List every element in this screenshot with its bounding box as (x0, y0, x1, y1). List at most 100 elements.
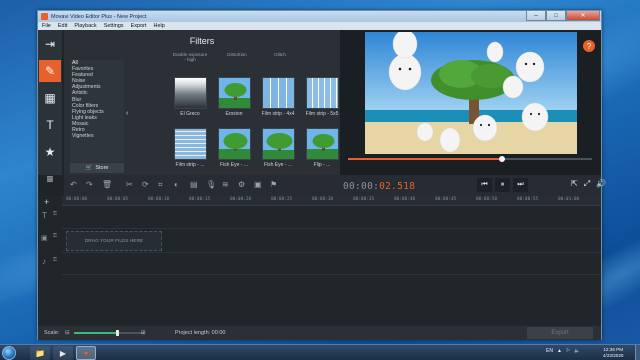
scroll-left-icon[interactable]: ‹ (126, 110, 128, 117)
preview-player: ? (340, 30, 601, 175)
filter-label: Double exposure - high (172, 52, 208, 62)
menu-settings[interactable]: Settings (104, 23, 124, 29)
filter-thumb-el-greco[interactable] (174, 77, 207, 109)
zoom-in-icon[interactable]: ⊞ (141, 330, 146, 336)
video-preview[interactable] (365, 32, 577, 154)
export-frame-icon[interactable]: ⇱ (571, 179, 578, 189)
filter-label: Film strip - 5x5 (305, 111, 339, 117)
explorer-icon[interactable]: 📁 (30, 346, 50, 360)
ruler-tick: 00:00:30 (312, 197, 334, 202)
chroma-icon[interactable]: ▣ (254, 180, 262, 189)
cut-icon[interactable]: ✂ (126, 180, 133, 189)
delete-icon[interactable]: 🗑 (102, 180, 112, 189)
taskbar: 📁 ▶ ✦ EN ▲ ⚐ 🔈 12:36 PM 4/23/2020 (0, 344, 640, 360)
menu-file[interactable]: File (42, 23, 51, 29)
marker-icon[interactable]: ⚑ (270, 180, 277, 189)
store-button[interactable]: 🛒 Store (70, 163, 124, 173)
filter-thumb-film-strip[interactable] (174, 128, 207, 160)
previous-frame-button[interactable]: ⏮ (477, 178, 492, 192)
audio-properties-icon[interactable]: ≋ (222, 180, 229, 189)
playback-seek-bar[interactable] (348, 156, 592, 162)
settings-icon[interactable]: ⚙ (238, 180, 245, 189)
stickers-icon[interactable]: ★ (39, 141, 61, 163)
pause-button[interactable]: ⏸ (495, 178, 510, 192)
clock-date: 4/23/2020 (603, 353, 624, 358)
volume-icon[interactable]: 🔊 (596, 179, 606, 189)
rotate-icon[interactable]: ⟳ (142, 180, 149, 189)
next-frame-button[interactable]: ⏭ (513, 178, 528, 192)
filter-thumb-fish-eye[interactable] (218, 128, 251, 160)
scale-fill (74, 332, 118, 334)
title-track[interactable] (62, 207, 601, 229)
close-button[interactable]: ✕ (566, 11, 600, 21)
export-button[interactable]: Export (527, 327, 593, 339)
track-lock-icon[interactable]: ⚿ (53, 257, 57, 263)
network-icon[interactable]: ⚐ (566, 348, 570, 354)
filter-thumb-erosion[interactable] (218, 77, 251, 109)
more-tools-icon[interactable]: ≡ (39, 168, 61, 190)
track-lock-icon[interactable]: ⚿ (53, 233, 57, 239)
menu-export[interactable]: Export (131, 23, 147, 29)
ruler-tick: 00:00:20 (230, 197, 252, 202)
filters-panel: Filters All Favorites Featured Noise Adj… (64, 30, 357, 175)
ruler-tick: 00:00:00 (66, 197, 88, 202)
transitions-icon[interactable]: ▦ (39, 87, 61, 109)
movavi-taskbar-icon[interactable]: ✦ (76, 346, 96, 360)
help-button[interactable]: ? (583, 40, 595, 52)
video-track-header: ▣ ⚿ (38, 229, 62, 251)
tool-rail: ⇥ ✎ ▦ T ★ ≡ (38, 30, 62, 186)
filter-thumb-fish-eye-2[interactable] (262, 128, 295, 160)
titles-icon[interactable]: T (39, 114, 61, 136)
filter-label: Distortion (227, 52, 247, 57)
menu-playback[interactable]: Playback (74, 23, 96, 29)
show-desktop-button[interactable] (635, 345, 640, 360)
scale-label: Scale: (44, 330, 60, 336)
seek-handle[interactable] (498, 156, 505, 162)
system-tray: EN ▲ ⚐ 🔈 (546, 348, 581, 354)
timeline-ruler[interactable]: 00:00:00 00:00:05 00:00:10 00:00:15 00:0… (62, 196, 601, 206)
track-lock-icon[interactable]: ⚿ (53, 211, 57, 217)
clock[interactable]: 12:36 PM 4/23/2020 (603, 347, 623, 359)
tray-expand-icon[interactable]: ▲ (557, 348, 562, 354)
audio-track[interactable] (62, 253, 601, 275)
timecode-dim: 00:00: (343, 181, 380, 192)
zoom-out-icon[interactable]: ⊟ (65, 330, 70, 336)
record-audio-icon[interactable]: 🎙 (206, 180, 216, 189)
category-vignettes[interactable]: Vignettes (70, 133, 124, 139)
add-track-icon[interactable]: + (44, 197, 49, 207)
ruler-tick: 00:00:15 (189, 197, 211, 202)
undo-icon[interactable]: ↶ (70, 180, 77, 189)
crop-icon[interactable]: ⌗ (158, 180, 163, 190)
media-player-icon[interactable]: ▶ (53, 346, 73, 360)
language-indicator[interactable]: EN (546, 348, 553, 354)
redo-icon[interactable]: ↷ (86, 180, 93, 189)
filter-thumb-film-strip-4x4[interactable] (262, 77, 295, 109)
video-track-icon: ▣ (41, 235, 48, 242)
drop-zone[interactable]: DRAG YOUR FILES HERE (66, 231, 162, 251)
ruler-tick: 00:00:50 (476, 197, 498, 202)
import-icon[interactable]: ⇥ (39, 33, 61, 55)
seek-progress (348, 158, 502, 160)
filter-thumb-film-strip-5x5[interactable] (306, 77, 339, 109)
filter-label: Film strip - 4x4 (261, 111, 295, 117)
editing-toolbar: ↶ ↷ 🗑 ✂ ⟳ ⌗ ◐ ▤ 🎙 ≋ ⚙ ▣ ⚑ 00:00:02.518 ⏮… (64, 175, 606, 196)
fullscreen-icon[interactable]: ⤢ (584, 179, 590, 189)
speaker-icon[interactable]: 🔈 (574, 348, 580, 354)
filter-thumb-flip[interactable] (306, 128, 339, 160)
menu-edit[interactable]: Edit (58, 23, 67, 29)
timeline: + 00:00:00 00:00:05 00:00:10 00:00:15 00… (38, 196, 601, 326)
maximize-button[interactable]: □ (546, 11, 566, 21)
title-bar[interactable]: Movavi Video Editor Plus - New Project –… (38, 11, 601, 22)
ruler-tick: 00:00:45 (435, 197, 457, 202)
color-adjust-icon[interactable]: ◐ (174, 180, 179, 189)
filters-icon[interactable]: ✎ (39, 60, 61, 82)
minimize-button[interactable]: – (526, 11, 546, 21)
scale-handle[interactable] (116, 330, 120, 336)
menu-help[interactable]: Help (153, 23, 164, 29)
scale-slider[interactable] (74, 330, 144, 336)
cart-icon: 🛒 (85, 165, 93, 171)
timecode-current: 02.518 (379, 181, 416, 192)
ruler-tick: 00:00:55 (517, 197, 539, 202)
clip-properties-icon[interactable]: ▤ (190, 180, 198, 189)
start-button[interactable] (2, 346, 16, 360)
